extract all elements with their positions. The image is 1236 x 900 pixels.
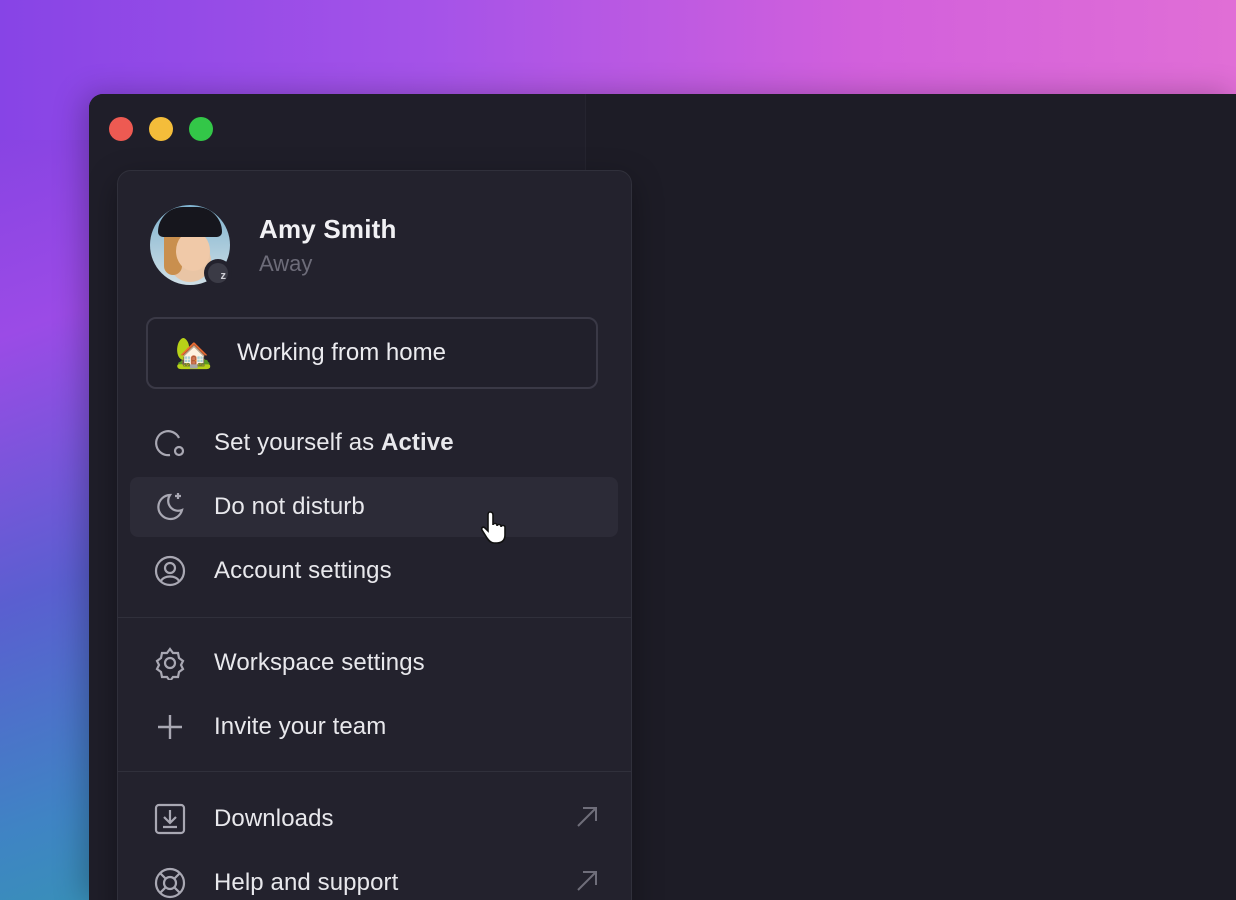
plus-icon [152, 709, 188, 745]
menu-divider [118, 617, 631, 618]
invite-team-label: Invite your team [214, 713, 387, 740]
status-circle-icon [152, 425, 188, 461]
menu-item-workspace-settings[interactable]: Workspace settings [130, 633, 618, 693]
profile-menu: z Amy Smith Away 🏡 Working from home Set… [117, 170, 632, 900]
downloads-label: Downloads [214, 805, 334, 832]
menu-item-help-support[interactable]: Help and support [130, 853, 618, 900]
set-active-label: Set yourself as [214, 429, 382, 456]
app-window: z Amy Smith Away 🏡 Working from home Set… [89, 94, 1236, 900]
menu-item-invite-team[interactable]: Invite your team [130, 697, 618, 757]
custom-status-text: Working from home [237, 339, 446, 366]
workspace-settings-label: Workspace settings [214, 649, 425, 676]
menu-item-set-active[interactable]: Set yourself as Active [130, 413, 618, 473]
menu-item-do-not-disturb[interactable]: Do not disturb [130, 477, 618, 537]
external-arrow-icon [574, 804, 600, 835]
pointer-cursor-icon [480, 509, 513, 550]
menu-item-account-settings[interactable]: Account settings [130, 541, 618, 601]
user-circle-icon [152, 553, 188, 589]
external-arrow-icon [574, 868, 600, 899]
menu-divider [118, 771, 631, 772]
maximize-window-button[interactable] [189, 117, 213, 141]
do-not-disturb-label: Do not disturb [214, 493, 365, 520]
moon-icon [152, 489, 188, 525]
custom-status-button[interactable]: 🏡 Working from home [146, 317, 598, 389]
account-settings-label: Account settings [214, 557, 392, 584]
help-support-label: Help and support [214, 869, 399, 896]
menu-item-downloads[interactable]: Downloads [130, 789, 618, 849]
window-controls [109, 117, 213, 141]
gear-icon [152, 645, 188, 681]
away-status-badge: z [204, 259, 232, 287]
avatar: z [150, 205, 232, 287]
set-active-bold-label: Active [381, 429, 454, 456]
away-badge-label: z [208, 263, 228, 283]
profile-name: Amy Smith [259, 213, 397, 244]
house-emoji-icon: 🏡 [175, 336, 213, 370]
profile-header[interactable]: z Amy Smith Away [150, 205, 397, 287]
lifebuoy-icon [152, 865, 188, 900]
profile-status: Away [259, 250, 313, 276]
close-window-button[interactable] [109, 117, 133, 141]
minimize-window-button[interactable] [149, 117, 173, 141]
download-icon [152, 801, 188, 837]
